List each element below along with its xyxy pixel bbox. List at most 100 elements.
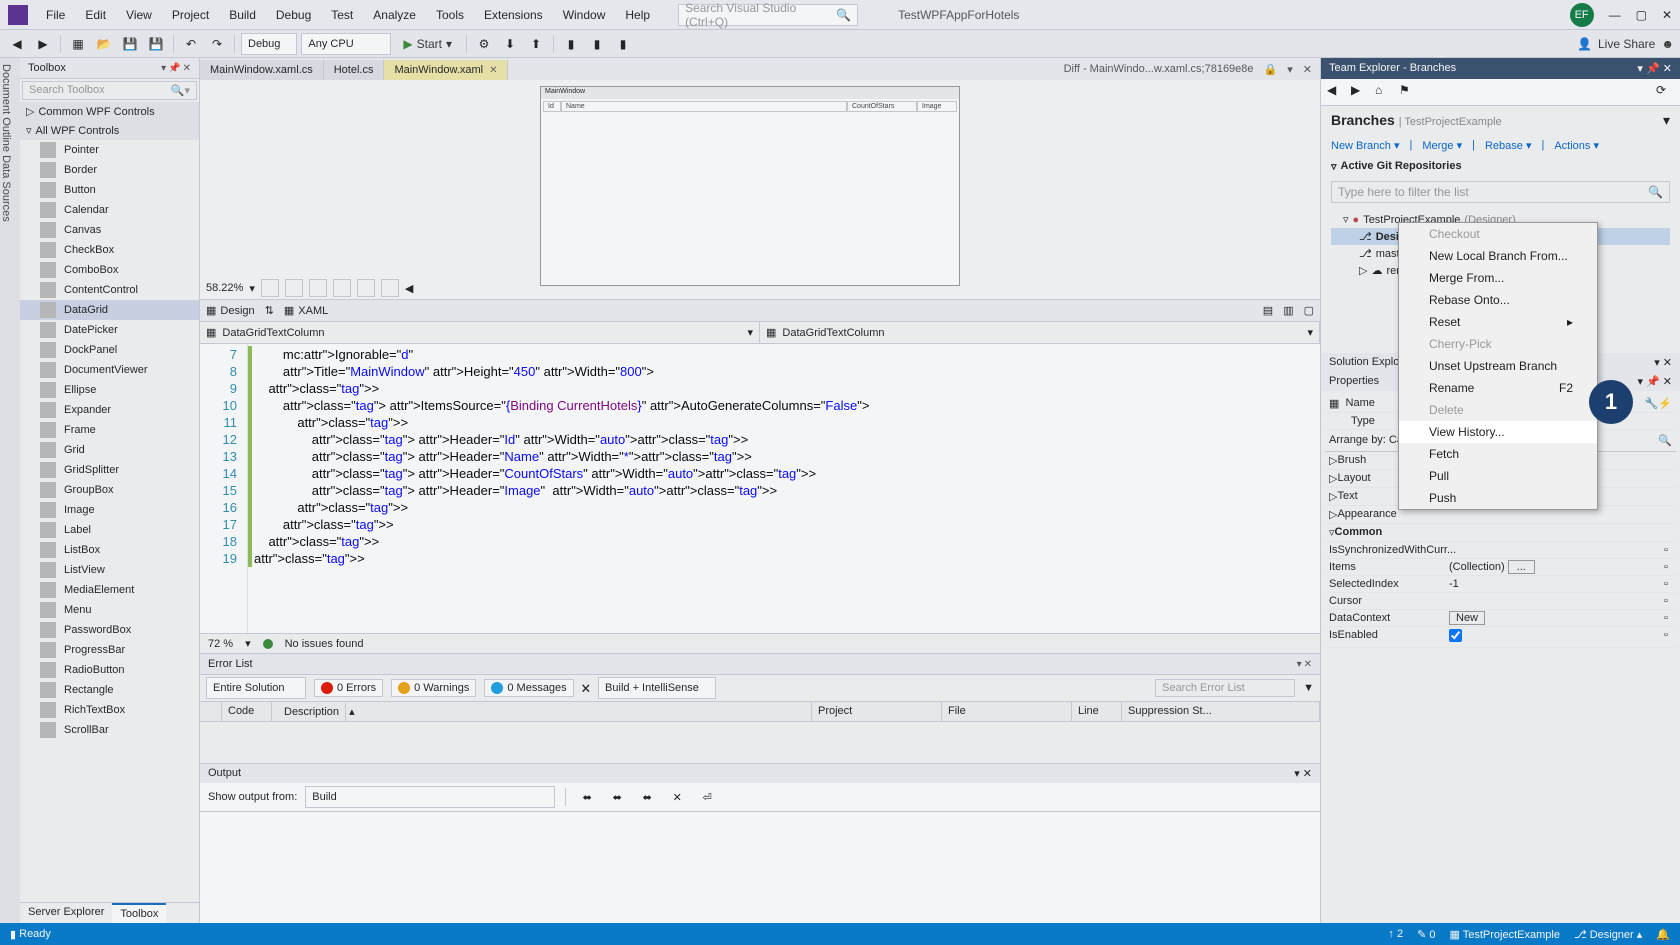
error-search[interactable]: Search Error List — [1155, 679, 1295, 697]
col-line[interactable]: Line — [1072, 702, 1122, 721]
code-content[interactable]: mc:attr">Ignorable="d" attr">Title="Main… — [248, 344, 1320, 633]
dropdown-icon[interactable]: ▾ — [1637, 63, 1643, 75]
close-icon[interactable]: ✕ — [1663, 63, 1672, 75]
col-desc[interactable]: Description ▴ — [272, 702, 812, 721]
doc-tab[interactable]: MainWindow.xaml.cs — [200, 60, 324, 80]
save-icon[interactable]: 💾 — [119, 33, 141, 55]
status-branch[interactable]: ⎇ Designer ▴ — [1574, 928, 1642, 941]
toolbox-item[interactable]: Menu — [20, 600, 199, 620]
context-menu-item[interactable]: Fetch — [1399, 443, 1597, 465]
goto-prev-icon[interactable]: ⬌ — [606, 786, 628, 808]
diff-tab[interactable]: Diff - MainWindo...w.xaml.cs;78169e8e 🔒 … — [1056, 59, 1320, 80]
nav-fwd-icon[interactable]: ▶ — [32, 33, 54, 55]
snap-icon[interactable] — [333, 279, 351, 297]
toolbox-item[interactable]: ScrollBar — [20, 720, 199, 740]
rebase-link[interactable]: Rebase ▾ — [1485, 139, 1532, 152]
dropdown-icon[interactable]: ▾ — [1294, 768, 1300, 780]
pin-icon[interactable]: 📌 — [168, 63, 180, 74]
section-header[interactable]: ▿ Active Git Repositories — [1331, 160, 1670, 173]
swap-icon[interactable]: ⇅ — [265, 304, 274, 317]
toolbox-group-all[interactable]: ▿ All WPF Controls — [20, 121, 199, 140]
toolbox-group-common[interactable]: ▷ Common WPF Controls — [20, 102, 199, 121]
close-icon[interactable]: ✕ — [1303, 768, 1312, 780]
menu-build[interactable]: Build — [221, 4, 264, 26]
split-h-icon[interactable]: ▤ — [1263, 304, 1273, 317]
toolbox-item[interactable]: Image — [20, 500, 199, 520]
prop-group-common[interactable]: ▿ Common — [1325, 524, 1676, 542]
toolbox-item[interactable]: ComboBox — [20, 260, 199, 280]
menu-help[interactable]: Help — [617, 4, 658, 26]
dropdown-icon[interactable]: ▾ — [1663, 112, 1670, 129]
new-branch-link[interactable]: New Branch ▾ — [1331, 139, 1400, 152]
search-icon[interactable]: 🔍 — [1658, 434, 1672, 447]
output-source-dropdown[interactable]: Build — [305, 786, 555, 808]
toolbox-item[interactable]: DataGrid — [20, 300, 199, 320]
redo-icon[interactable]: ↷ — [206, 33, 228, 55]
path-right[interactable]: DataGridTextColumn — [782, 327, 884, 339]
start-button[interactable]: ▶Start ▾ — [395, 37, 460, 51]
menu-project[interactable]: Project — [164, 4, 217, 26]
feedback-icon[interactable]: ☻ — [1661, 37, 1674, 51]
find-icon[interactable]: ⬌ — [576, 786, 598, 808]
open-icon[interactable]: 📂 — [93, 33, 115, 55]
toolbox-search[interactable]: Search Toolbox 🔍▾ — [22, 81, 197, 100]
editor-zoom[interactable]: 72 % — [208, 638, 233, 650]
close-icon[interactable]: ✕ — [1303, 63, 1312, 76]
live-share-button[interactable]: 👤 Live Share ☻ — [1577, 37, 1674, 51]
clear-icon[interactable]: 🗙 — [582, 679, 590, 698]
toolbox-item[interactable]: RichTextBox — [20, 700, 199, 720]
pin-icon[interactable]: 📌 — [1646, 63, 1660, 75]
tab-server-explorer[interactable]: Server Explorer — [20, 903, 112, 923]
property-row[interactable]: Items(Collection) ...▫ — [1325, 559, 1676, 576]
context-menu-item[interactable]: New Local Branch From... — [1399, 245, 1597, 267]
col-file[interactable]: File — [942, 702, 1072, 721]
goto-next-icon[interactable]: ⬌ — [636, 786, 658, 808]
design-tab[interactable]: ▦ Design — [206, 304, 255, 317]
context-menu-item[interactable]: Rebase Onto... — [1399, 289, 1597, 311]
property-row[interactable]: IsEnabled▫ — [1325, 627, 1676, 648]
toolbox-item[interactable]: DockPanel — [20, 340, 199, 360]
menu-file[interactable]: File — [38, 4, 73, 26]
expand-icon[interactable]: ▢ — [1304, 304, 1314, 317]
doc-tab[interactable]: Hotel.cs — [324, 60, 385, 80]
property-row[interactable]: SelectedIndex-1▫ — [1325, 576, 1676, 593]
snap-icon[interactable] — [309, 279, 327, 297]
quick-launch-search[interactable]: Search Visual Studio (Ctrl+Q) 🔍 — [678, 4, 858, 26]
dropdown-icon[interactable]: ▾ — [1297, 659, 1302, 670]
toolbox-item[interactable]: GroupBox — [20, 480, 199, 500]
col-project[interactable]: Project — [812, 702, 942, 721]
fwd-icon[interactable]: ▶ — [1351, 83, 1369, 101]
wrench-icon[interactable]: 🔧 — [1645, 397, 1659, 410]
toolbox-item[interactable]: PasswordBox — [20, 620, 199, 640]
toggle-wrap-icon[interactable]: ⏎ — [696, 786, 718, 808]
toolbox-item[interactable]: GridSplitter — [20, 460, 199, 480]
maximize-button[interactable]: ▢ — [1636, 8, 1647, 22]
toolbox-item[interactable]: RadioButton — [20, 660, 199, 680]
close-icon[interactable]: ✕ — [183, 63, 191, 74]
menu-test[interactable]: Test — [323, 4, 361, 26]
context-menu-item[interactable]: Reset▸ — [1399, 311, 1597, 333]
toolbox-item[interactable]: ListBox — [20, 540, 199, 560]
xaml-tab[interactable]: ▦ XAML — [284, 304, 328, 317]
zoom-value[interactable]: 58.22% — [206, 282, 243, 294]
clear-icon[interactable]: ✕ — [666, 786, 688, 808]
flag-icon[interactable]: ⚑ — [1399, 83, 1417, 101]
toolbox-item[interactable]: Expander — [20, 400, 199, 420]
doc-tab-active[interactable]: MainWindow.xaml✕ — [384, 60, 508, 80]
context-menu-item[interactable]: RenameF2 — [1399, 377, 1597, 399]
toolbox-item[interactable]: CheckBox — [20, 240, 199, 260]
property-row[interactable]: Cursor▫ — [1325, 593, 1676, 610]
grid-icon[interactable] — [285, 279, 303, 297]
build-dropdown[interactable]: Build + IntelliSense — [598, 677, 716, 699]
tab-toolbox[interactable]: Toolbox — [112, 903, 166, 923]
scroll-left-icon[interactable]: ◀ — [405, 282, 413, 295]
pending-down[interactable]: ✎ 0 — [1417, 928, 1435, 941]
col-code[interactable]: Code — [222, 702, 272, 721]
merge-link[interactable]: Merge ▾ — [1422, 139, 1462, 152]
close-button[interactable]: ✕ — [1662, 8, 1672, 22]
menu-edit[interactable]: Edit — [77, 4, 114, 26]
toolbox-item[interactable]: Button — [20, 180, 199, 200]
scope-dropdown[interactable]: Entire Solution — [206, 677, 306, 699]
toolbox-item[interactable]: DocumentViewer — [20, 360, 199, 380]
path-left[interactable]: DataGridTextColumn — [222, 327, 324, 339]
